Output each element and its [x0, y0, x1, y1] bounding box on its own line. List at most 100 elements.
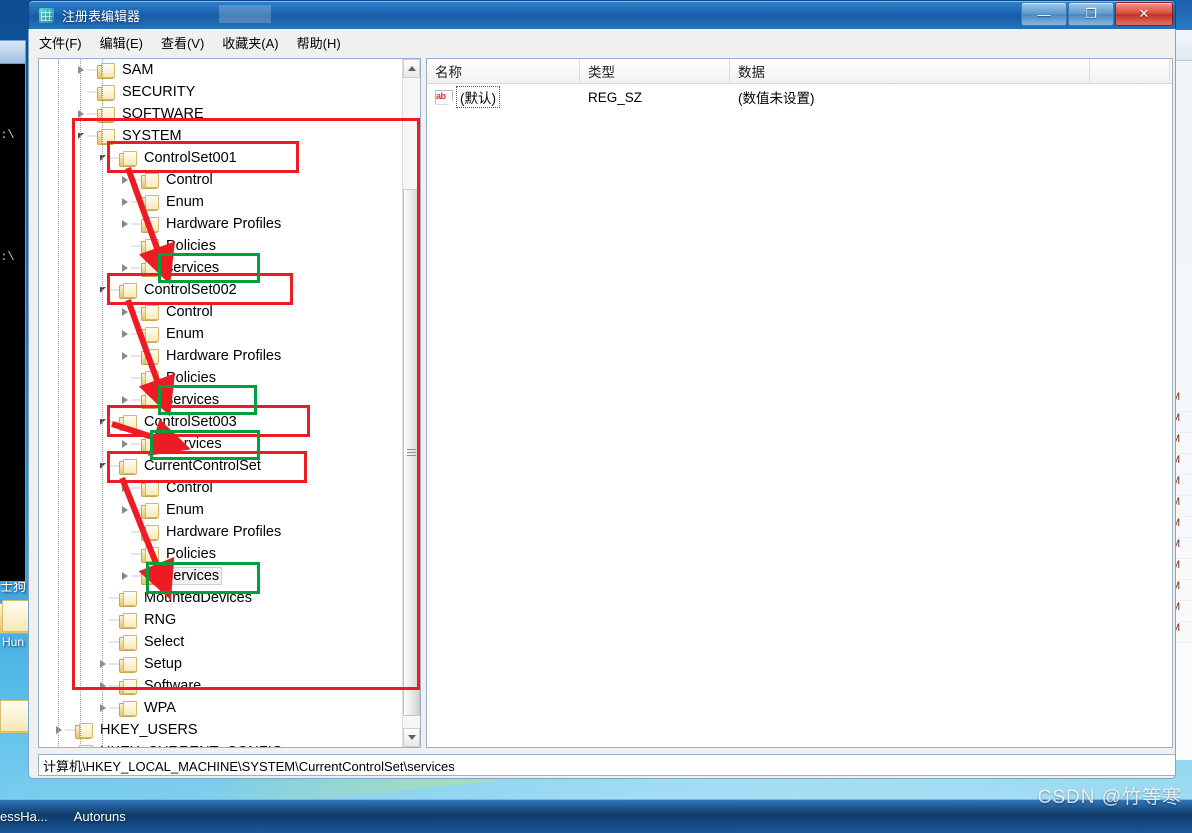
registry-tree[interactable]: SAM SECURITY SOFTWARE SYSTEM ControlSet001 Co… [39, 59, 403, 747]
tree-item-system[interactable]: SYSTEM [39, 125, 403, 147]
column-header-2[interactable]: 类型 [580, 59, 730, 83]
expand-icon[interactable] [119, 169, 131, 191]
tree-item-cs003-services[interactable]: Services [39, 433, 403, 455]
tree-item-setup[interactable]: Setup [39, 653, 403, 675]
tree-item-cs002-enum[interactable]: Enum [39, 323, 403, 345]
expand-icon[interactable] [75, 59, 87, 81]
tree-item-cs002-services[interactable]: services [39, 389, 403, 411]
tree-item-security[interactable]: SECURITY [39, 81, 403, 103]
tree-item-ccs-policies[interactable]: Policies [39, 543, 403, 565]
collapse-icon[interactable] [97, 279, 109, 301]
expand-icon[interactable] [119, 323, 131, 345]
values-column-headers[interactable]: 名称 类型 数据 [427, 59, 1172, 84]
close-button[interactable]: ✕ [1115, 2, 1173, 26]
scroll-up-button[interactable] [403, 59, 420, 78]
expand-icon[interactable] [97, 675, 109, 697]
tree-item-mounteddevices[interactable]: MountedDevices [39, 587, 403, 609]
expand-icon[interactable] [119, 477, 131, 499]
taskbar[interactable]: essHa... Autoruns [0, 799, 1192, 833]
folder-icon [97, 106, 115, 123]
collapse-icon[interactable] [97, 147, 109, 169]
titlebar[interactable]: 注册表编辑器 — ❐ ✕ [28, 0, 1176, 29]
registry-editor-window[interactable]: 注册表编辑器 — ❐ ✕ 文件(F) 编辑(E) 查看(V) 收藏夹(A) 帮助(H) … [28, 0, 1176, 800]
tree-item-ccs-hardware-profiles[interactable]: Hardware Profiles [39, 521, 403, 543]
value-row[interactable]: ab (默认) REG_SZ (数值未设置) [427, 84, 1172, 110]
menu-edit[interactable]: 编辑(E) [100, 33, 143, 52]
expand-icon[interactable] [119, 257, 131, 279]
menu-help[interactable]: 帮助(H) [297, 33, 341, 52]
taskbar-item-autoruns[interactable]: Autoruns [74, 809, 126, 824]
collapse-icon[interactable] [97, 455, 109, 477]
column-header-4[interactable] [1090, 59, 1170, 83]
expand-icon[interactable] [119, 565, 131, 587]
tree-item-hkey-users[interactable]: HKEY_USERS [39, 719, 403, 741]
tree-item-cs002-policies[interactable]: Policies [39, 367, 403, 389]
scrollbar-thumb[interactable] [403, 189, 420, 716]
tree-item-wpa[interactable]: WPA [39, 697, 403, 719]
folder-icon [141, 260, 159, 277]
tree-item-cs001-enum[interactable]: Enum [39, 191, 403, 213]
expand-icon[interactable] [119, 345, 131, 367]
tree-item-hkey-current-config[interactable]: HKEY_CURRENT_CONFIG [39, 741, 403, 747]
tree-item-cs001-hardware-profiles[interactable]: Hardware Profiles [39, 213, 403, 235]
expand-icon[interactable] [119, 213, 131, 235]
collapse-icon[interactable] [97, 411, 109, 433]
tree-connector [109, 411, 119, 433]
tree-item-cs001-policies[interactable]: Policies [39, 235, 403, 257]
expand-icon[interactable] [53, 741, 65, 747]
expand-icon[interactable] [119, 389, 131, 411]
taskbar-item-process-hacker[interactable]: essHa... [0, 809, 48, 824]
menubar[interactable]: 文件(F) 编辑(E) 查看(V) 收藏夹(A) 帮助(H) [28, 29, 1176, 55]
tree-item-controlset002[interactable]: ControlSet002 [39, 279, 403, 301]
tree-item-ccs-services[interactable]: services [39, 565, 403, 587]
tree-connector [131, 257, 141, 279]
tree-item-cs001-control[interactable]: Control [39, 169, 403, 191]
expand-icon[interactable] [119, 191, 131, 213]
value-name-cell[interactable]: ab (默认) [427, 86, 580, 108]
tree-item-label: Enum [166, 502, 204, 518]
column-header-3[interactable]: 数据 [730, 59, 1090, 83]
expand-icon[interactable] [119, 301, 131, 323]
registry-values-pane[interactable]: 名称 类型 数据 ab (默认) REG_SZ (数值未设置) [426, 58, 1173, 748]
tree-item-currentcontrolset[interactable]: CurrentControlSet [39, 455, 403, 477]
tree-item-cs002-control[interactable]: Control [39, 301, 403, 323]
expand-icon[interactable] [97, 697, 109, 719]
tree-item-ccs-control[interactable]: Control [39, 477, 403, 499]
expand-icon[interactable] [119, 499, 131, 521]
tree-item-software-hive[interactable]: SOFTWARE [39, 103, 403, 125]
column-header-1[interactable]: 名称 [427, 59, 580, 83]
minimize-button[interactable]: — [1021, 2, 1067, 26]
tree-item-controlset001[interactable]: ControlSet001 [39, 147, 403, 169]
background-window-cmd[interactable]: C:\ C:\ [0, 40, 26, 582]
menu-file[interactable]: 文件(F) [39, 33, 82, 52]
collapse-icon[interactable] [75, 125, 87, 147]
expand-icon[interactable] [97, 653, 109, 675]
expand-icon[interactable] [53, 719, 65, 741]
tree-item-rng[interactable]: RNG [39, 609, 403, 631]
folder-icon [141, 436, 159, 453]
tree-item-sam[interactable]: SAM [39, 59, 403, 81]
scroll-down-button[interactable] [403, 728, 420, 747]
maximize-button[interactable]: ❐ [1068, 2, 1114, 26]
tree-vertical-scrollbar[interactable] [402, 59, 420, 747]
expand-icon[interactable] [75, 103, 87, 125]
tree-item-cs002-hardware-profiles[interactable]: Hardware Profiles [39, 345, 403, 367]
tree-item-cs001-services[interactable]: services [39, 257, 403, 279]
tree-guide-line-0 [58, 59, 59, 747]
menu-favorites[interactable]: 收藏夹(A) [222, 33, 278, 52]
menu-view[interactable]: 查看(V) [161, 33, 204, 52]
tree-item-controlset003[interactable]: ControlSet003 [39, 411, 403, 433]
folder-icon [141, 304, 159, 321]
tree-item-select[interactable]: Select [39, 631, 403, 653]
tree-item-ccs-enum[interactable]: Enum [39, 499, 403, 521]
values-list[interactable]: ab (默认) REG_SZ (数值未设置) [427, 84, 1172, 110]
expand-icon[interactable] [119, 433, 131, 455]
tree-item-label: Hardware Profiles [166, 348, 282, 364]
registry-tree-pane[interactable]: SAM SECURITY SOFTWARE SYSTEM ControlSet001 Co… [38, 58, 421, 748]
tree-item-software[interactable]: Software [39, 675, 403, 697]
folder-icon [141, 194, 159, 211]
folder-icon [97, 128, 115, 145]
